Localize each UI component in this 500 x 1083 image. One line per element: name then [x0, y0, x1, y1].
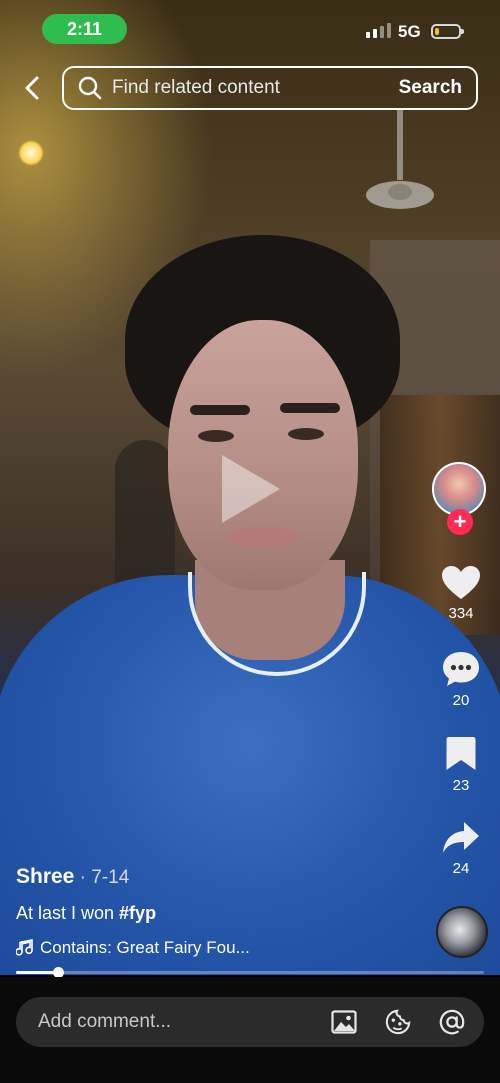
signal-strength-icon — [366, 23, 391, 38]
chevron-left-icon — [25, 76, 39, 100]
follow-plus-icon[interactable]: + — [447, 509, 473, 535]
sticker-button[interactable] — [384, 1008, 412, 1036]
music-note-icon — [16, 939, 33, 956]
heart-icon — [442, 566, 480, 599]
video-subject-eye — [198, 430, 234, 442]
image-icon — [331, 1010, 357, 1034]
caption-text: At last I won — [16, 903, 120, 923]
bookmark-icon — [446, 737, 476, 770]
hashtag-link[interactable]: #fyp — [119, 903, 156, 923]
video-background-lamp — [18, 140, 44, 166]
play-icon[interactable] — [222, 455, 280, 523]
video-subject-eye — [288, 428, 324, 440]
author-name[interactable]: Shree — [16, 865, 74, 888]
video-progress-bar[interactable] — [16, 967, 484, 978]
status-time: 2:11 — [42, 14, 127, 44]
save-button[interactable]: 23 — [430, 735, 492, 794]
post-date: · 7-14 — [74, 867, 130, 888]
status-bar: 2:11 5G — [0, 0, 500, 56]
like-button[interactable]: 334 — [430, 565, 492, 622]
sound-disc-button[interactable] — [436, 906, 488, 958]
sound-title: Contains: Great Fairy Fou... — [40, 938, 250, 957]
comment-bar[interactable]: Add comment... — [16, 997, 484, 1047]
sound-link[interactable]: Contains: Great Fairy Fou... — [16, 938, 416, 958]
back-button[interactable] — [14, 70, 50, 106]
mention-button[interactable] — [438, 1008, 466, 1036]
share-count: 24 — [452, 860, 470, 877]
save-count: 23 — [452, 777, 470, 794]
image-picker-button[interactable] — [330, 1008, 358, 1036]
search-bar[interactable]: Find related content Search — [62, 66, 478, 110]
network-type: 5G — [398, 22, 421, 41]
search-input[interactable]: Find related content — [112, 77, 399, 99]
at-mention-icon — [439, 1009, 465, 1035]
emoji-sticker-icon — [385, 1009, 411, 1035]
post-caption: At last I won #fyp — [16, 903, 416, 924]
search-icon — [78, 76, 102, 100]
video-subject-eyebrow — [280, 403, 340, 413]
video-subject-eyebrow — [190, 405, 250, 415]
search-button[interactable]: Search — [399, 77, 462, 99]
video-background-ceiling-fan — [366, 110, 434, 209]
comment-count: 20 — [452, 692, 470, 709]
like-count: 334 — [448, 605, 474, 622]
share-button[interactable]: 24 — [430, 820, 492, 877]
video-background-door — [115, 440, 175, 590]
comment-button[interactable]: 20 — [430, 650, 492, 709]
battery-level — [435, 28, 440, 35]
comment-input[interactable]: Add comment... — [38, 1011, 330, 1033]
post-info: Shree · 7-14 At last I won #fyp Contains… — [16, 865, 416, 958]
creator-avatar-button[interactable]: + — [432, 462, 490, 535]
avatar[interactable] — [432, 462, 486, 516]
battery-icon — [431, 24, 464, 39]
share-arrow-icon — [443, 822, 479, 853]
progress-fill — [16, 971, 59, 974]
video-subject-lips — [228, 527, 298, 547]
bottom-bar: Add comment... — [0, 977, 500, 1083]
comment-bubble-icon — [443, 652, 479, 686]
